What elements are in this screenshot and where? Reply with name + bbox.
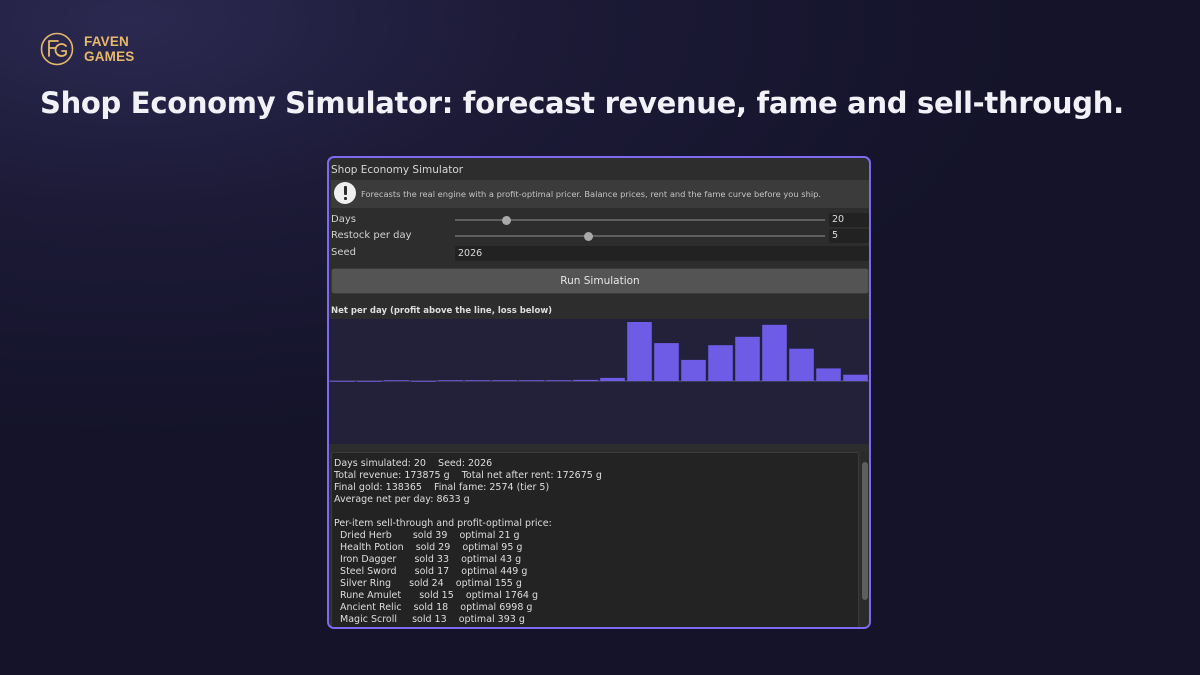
window-title: Shop Economy Simulator (331, 164, 464, 176)
report-line: Silver Ring sold 24 optimal 155 g (334, 578, 522, 589)
report-line: Per-item sell-through and profit-optimal… (334, 518, 552, 529)
days-input[interactable]: 20 (829, 213, 869, 227)
chart-bar-day-7 (492, 380, 517, 381)
brand-line-1: FAVEN (84, 34, 130, 49)
run-simulation-button[interactable]: Run Simulation (331, 268, 869, 294)
chart-title: Net per day (profit above the line, loss… (331, 306, 553, 316)
seed-label: Seed (331, 247, 356, 258)
chart-bar-day-2 (357, 381, 382, 382)
restock-input[interactable]: 5 (829, 229, 869, 243)
brand-name: FAVEN GAMES (84, 34, 135, 64)
exclamation-icon (334, 182, 356, 204)
chart-bar-day-14 (681, 359, 706, 381)
seed-input[interactable]: 2026 (455, 246, 869, 261)
chart-bar-day-17 (762, 324, 787, 381)
report-line: Days simulated: 20 Seed: 2026 (334, 458, 493, 469)
report-line: Rune Amulet sold 15 optimal 1764 g (334, 590, 539, 601)
days-slider-thumb[interactable] (502, 215, 512, 225)
fg-monogram-icon (40, 32, 74, 66)
report-line: Magic Scroll sold 13 optimal 393 g (334, 614, 525, 625)
restock-label: Restock per day (331, 230, 412, 241)
report-line: Health Potion sold 29 optimal 95 g (334, 542, 523, 553)
brand-line-2: GAMES (84, 49, 135, 64)
report-line: Steel Sword sold 17 optimal 449 g (334, 566, 528, 577)
report-line: Average net per day: 8633 g (334, 494, 470, 505)
report-scroll-thumb[interactable] (862, 462, 868, 600)
report-scrollbar[interactable] (861, 452, 869, 627)
chart-bar-day-11 (600, 377, 625, 381)
chart-bar-day-4 (411, 381, 436, 382)
net-per-day-chart (329, 319, 869, 444)
chart-bar-day-5 (438, 380, 463, 381)
chart-svg (329, 322, 869, 382)
report-line: Final gold: 138365 Final fame: 2574 (tie… (334, 482, 550, 493)
chart-bar-day-20 (843, 374, 868, 381)
report-line (334, 506, 858, 518)
report-line: Total revenue: 173875 g Total net after … (334, 470, 602, 481)
chart-bar-day-10 (573, 379, 598, 381)
help-box: Forecasts the real engine with a profit-… (331, 180, 869, 208)
chart-bar-day-18 (789, 348, 814, 381)
chart-bar-day-19 (816, 368, 841, 381)
chart-bar-day-15 (708, 345, 733, 381)
chart-bar-day-9 (546, 380, 571, 381)
page-headline: Shop Economy Simulator: forecast revenue… (40, 86, 1124, 120)
restock-slider[interactable] (455, 231, 825, 241)
chart-bar-day-12 (627, 322, 652, 381)
chart-bar-day-3 (384, 380, 409, 381)
chart-bar-day-13 (654, 343, 679, 381)
days-label: Days (331, 214, 356, 225)
chart-bar-day-6 (465, 380, 490, 381)
report-line: Dried Herb sold 39 optimal 21 g (334, 530, 520, 541)
simulation-report: Days simulated: 20 Seed: 2026 Total reven… (331, 452, 859, 627)
chart-bar-day-8 (519, 380, 544, 381)
report-line: Iron Dagger sold 33 optimal 43 g (334, 554, 522, 565)
help-text: Forecasts the real engine with a profit-… (361, 189, 822, 199)
report-line: Ancient Relic sold 18 optimal 6998 g (334, 602, 533, 613)
chart-bar-day-16 (735, 336, 760, 382)
days-slider[interactable] (455, 215, 825, 225)
chart-bar-day-1 (330, 381, 355, 382)
restock-slider-thumb[interactable] (583, 231, 593, 241)
brand: FAVEN GAMES (40, 32, 135, 66)
simulator-window: Shop Economy Simulator Forecasts the rea… (327, 156, 871, 629)
